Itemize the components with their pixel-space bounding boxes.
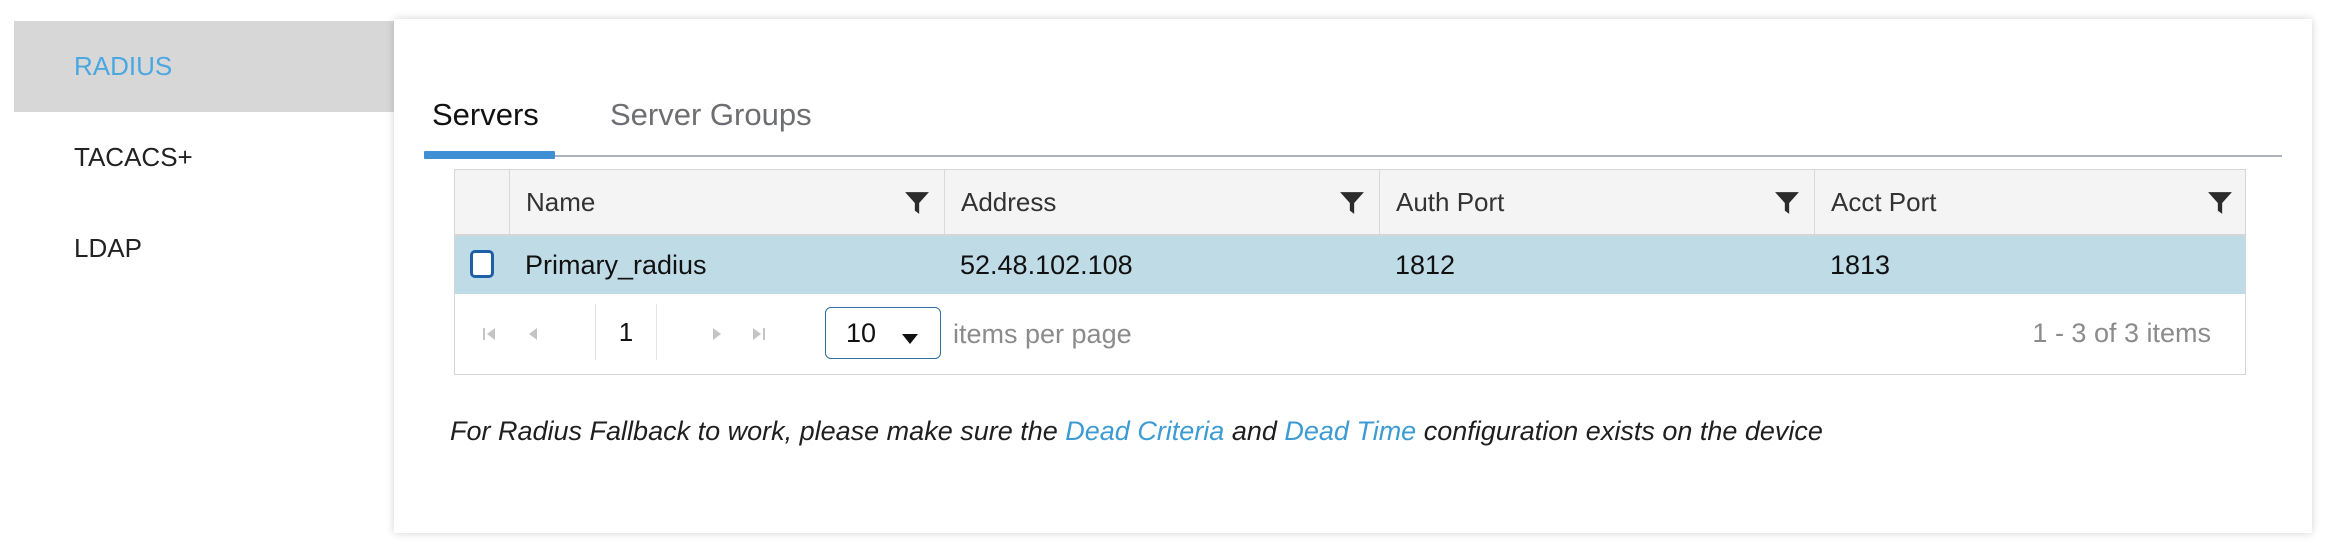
sidebar-item-label: LDAP	[74, 233, 142, 263]
tab-label: Server Groups	[610, 97, 812, 132]
page-size-value: 10	[846, 317, 877, 348]
tab-bar: Servers Server Groups	[424, 67, 2282, 159]
column-header-address[interactable]: Address	[944, 170, 1379, 234]
dead-criteria-link[interactable]: Dead Criteria	[1065, 416, 1224, 446]
items-count: 1 - 3 of 3 items	[2032, 318, 2211, 348]
note-text: configuration exists on the device	[1416, 416, 1823, 446]
dead-time-link[interactable]: Dead Time	[1284, 416, 1416, 446]
grid-header: Name Address Auth Port Acct Port	[455, 170, 2245, 236]
column-header-auth-port[interactable]: Auth Port	[1379, 170, 1814, 234]
tab-servers[interactable]: Servers	[424, 97, 555, 159]
funnel-icon[interactable]	[1774, 190, 1800, 216]
note-text: For Radius Fallback to work, please make…	[450, 416, 1066, 446]
fallback-note: For Radius Fallback to work, please make…	[450, 416, 1823, 447]
cell-address: 52.48.102.108	[960, 249, 1133, 280]
current-page[interactable]: 1	[595, 304, 657, 360]
sidebar-item-label: TACACS+	[74, 142, 193, 172]
cell-name: Primary_radius	[525, 249, 707, 280]
page-size-select[interactable]: 10	[825, 307, 941, 359]
app-root: RADIUS TACACS+ LDAP Servers Server Group…	[0, 0, 2332, 556]
table-row[interactable]: Primary_radius 52.48.102.108 1812 1813	[455, 236, 2245, 294]
pager: 1 10 items per page 1 - 3 of 3 items	[455, 294, 2245, 374]
sidebar-item-ldap[interactable]: LDAP	[14, 203, 394, 294]
column-header-label: Acct Port	[1831, 186, 1937, 217]
tab-label: Servers	[432, 97, 539, 132]
row-checkbox[interactable]	[470, 250, 494, 278]
page-size-label: items per page	[953, 319, 1132, 349]
first-page-icon[interactable]	[477, 322, 501, 346]
column-header-acct-port[interactable]: Acct Port	[1814, 170, 2247, 234]
chevron-down-icon	[902, 334, 918, 344]
servers-grid: Name Address Auth Port Acct Port Primary…	[454, 169, 2246, 375]
cell-acct-port: 1813	[1830, 249, 1891, 280]
main-panel: Servers Server Groups Name Address Auth …	[394, 19, 2312, 533]
cell-auth-port: 1812	[1395, 249, 1456, 280]
sidebar-item-tacacs[interactable]: TACACS+	[14, 112, 394, 203]
prev-page-icon[interactable]	[521, 322, 545, 346]
column-header-label: Name	[526, 186, 596, 217]
sidebar: RADIUS TACACS+ LDAP	[14, 21, 394, 294]
tab-server-groups[interactable]: Server Groups	[602, 97, 820, 153]
sidebar-item-radius[interactable]: RADIUS	[14, 21, 394, 112]
funnel-icon[interactable]	[904, 190, 930, 216]
next-page-icon[interactable]	[705, 322, 729, 346]
select-column-header	[455, 170, 509, 234]
note-text: and	[1224, 416, 1285, 446]
sidebar-item-label: RADIUS	[74, 51, 173, 81]
last-page-icon[interactable]	[747, 322, 771, 346]
funnel-icon[interactable]	[1339, 190, 1365, 216]
column-header-label: Auth Port	[1396, 186, 1505, 217]
column-header-label: Address	[961, 186, 1057, 217]
funnel-icon[interactable]	[2207, 190, 2233, 216]
column-header-name[interactable]: Name	[509, 170, 944, 234]
